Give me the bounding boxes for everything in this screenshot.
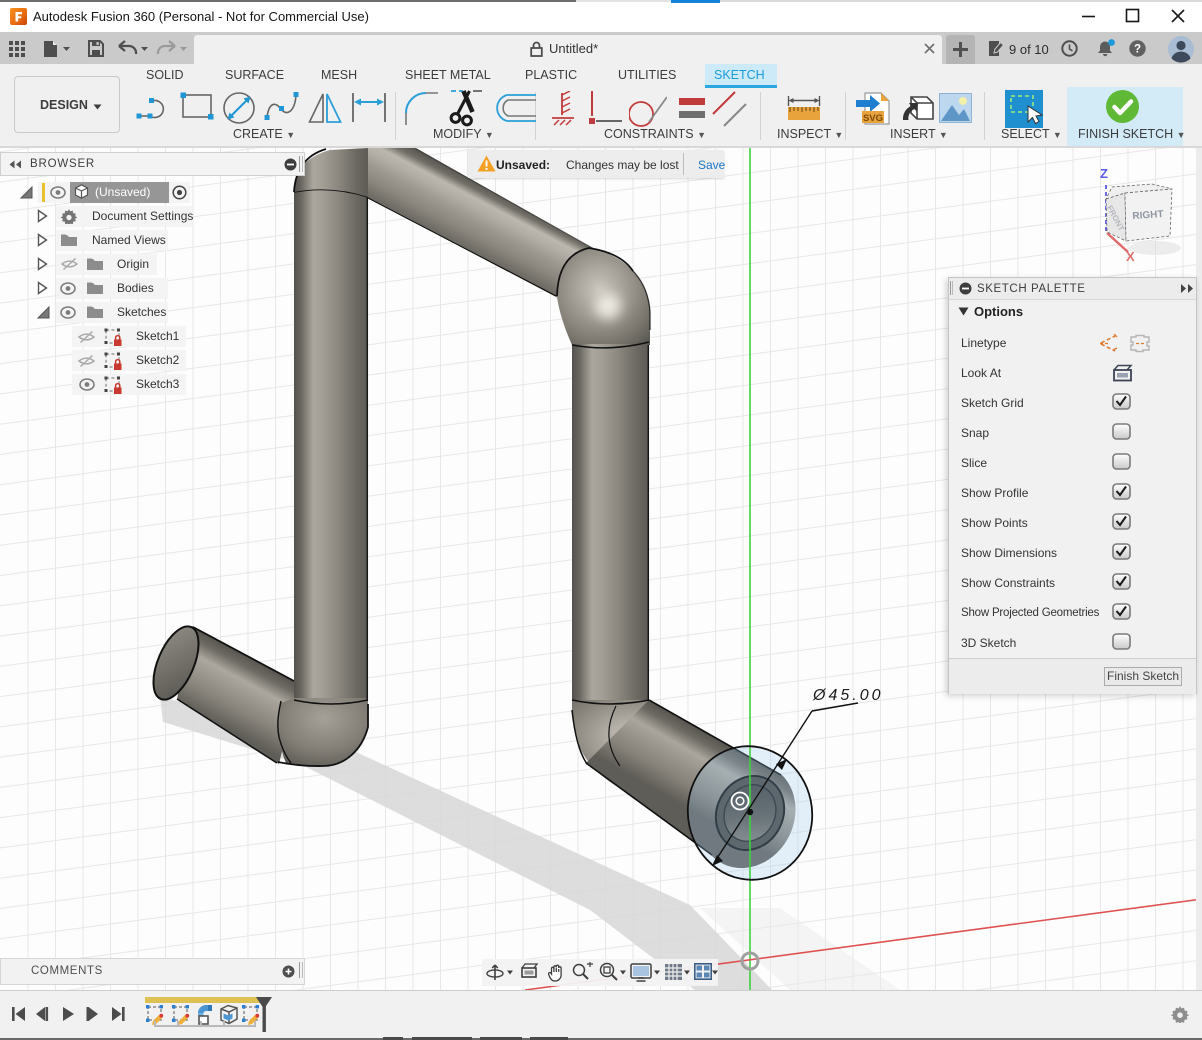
svg-text:SVG: SVG (863, 113, 883, 124)
svg-text:?: ? (1134, 44, 1141, 56)
svg-text:RIGHT: RIGHT (1132, 209, 1164, 222)
svg-text:X: X (1126, 249, 1135, 264)
svg-text:Ø45.00: Ø45.00 (812, 687, 883, 704)
svg-text:Z: Z (1100, 166, 1108, 181)
